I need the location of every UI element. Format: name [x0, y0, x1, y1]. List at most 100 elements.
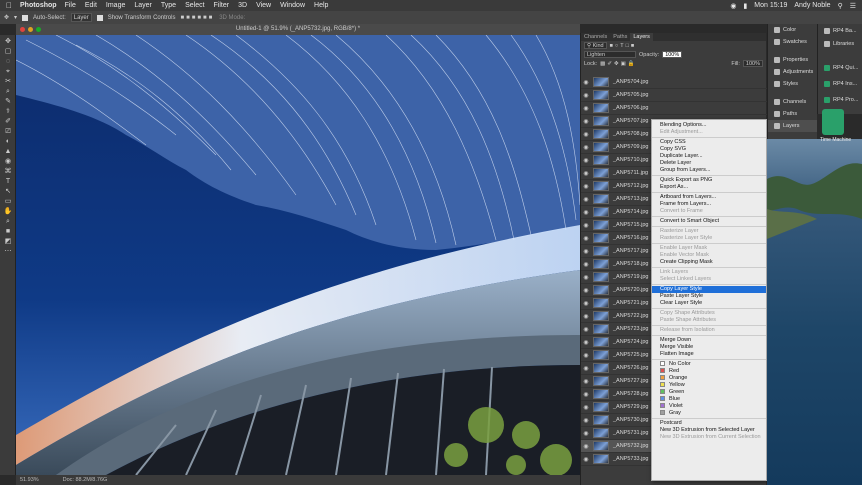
menu-item-artboard-from-layers[interactable]: Artboard from Layers...	[652, 194, 766, 201]
dock-plugin-item[interactable]: RP4 Pro...	[818, 92, 862, 108]
visibility-eye-icon[interactable]: ◉	[581, 391, 591, 398]
menu-filter[interactable]: Filter	[214, 2, 230, 9]
minimize-window-icon[interactable]	[28, 27, 33, 32]
history-brush-tool-icon[interactable]: ◐	[3, 138, 13, 145]
visibility-eye-icon[interactable]: ◉	[581, 157, 591, 164]
brush-tool-icon[interactable]: ✐	[3, 118, 13, 125]
dock-item-styles[interactable]: Styles	[768, 78, 817, 90]
path-select-tool-icon[interactable]: ↖	[3, 188, 13, 195]
zoom-window-icon[interactable]	[36, 27, 41, 32]
opacity-field[interactable]: 100%	[662, 51, 683, 58]
lasso-tool-icon[interactable]: ◌	[3, 58, 13, 65]
shape-tool-icon[interactable]: ▭	[3, 198, 13, 205]
menu-item-blue[interactable]: Blue	[652, 396, 766, 403]
filter-icons[interactable]: ■○T□■	[610, 43, 637, 49]
tool-preset-chevron-icon[interactable]: ▾	[14, 14, 17, 21]
menu-item-copy-svg[interactable]: Copy SVG	[652, 146, 766, 153]
wifi-icon[interactable]: ◉	[730, 2, 736, 10]
move-tool-icon[interactable]: ✥	[3, 38, 13, 45]
eraser-tool-icon[interactable]: ▲	[3, 148, 13, 155]
stamp-tool-icon[interactable]: ⎚	[3, 128, 13, 135]
menu-item-frame-from-layers[interactable]: Frame from Layers...	[652, 201, 766, 208]
eyedropper-tool-icon[interactable]: ✎	[3, 98, 13, 105]
dock-item-adjustments[interactable]: Adjustments	[768, 66, 817, 78]
close-window-icon[interactable]	[20, 27, 25, 32]
visibility-eye-icon[interactable]: ◉	[581, 365, 591, 372]
menu-item-copy-css[interactable]: Copy CSS	[652, 139, 766, 146]
transform-controls-checkbox[interactable]	[96, 14, 103, 21]
menu-item-paste-layer-style[interactable]: Paste Layer Style	[652, 293, 766, 300]
menu-type[interactable]: Type	[161, 2, 176, 9]
visibility-eye-icon[interactable]: ◉	[581, 118, 591, 125]
menubar-clock[interactable]: Mon 15:19	[754, 2, 787, 9]
visibility-eye-icon[interactable]: ◉	[581, 170, 591, 177]
move-tool-icon[interactable]: ✥	[4, 14, 9, 21]
dock-plugin-item[interactable]: RP4 Qui...	[818, 60, 862, 76]
menu-item-merge-down[interactable]: Merge Down	[652, 337, 766, 344]
visibility-eye-icon[interactable]: ◉	[581, 300, 591, 307]
visibility-eye-icon[interactable]: ◉	[581, 183, 591, 190]
visibility-eye-icon[interactable]: ◉	[581, 326, 591, 333]
visibility-eye-icon[interactable]: ◉	[581, 92, 591, 99]
visibility-eye-icon[interactable]: ◉	[581, 209, 591, 216]
menu-list-icon[interactable]: ☰	[850, 2, 856, 10]
menu-item-orange[interactable]: Orange	[652, 375, 766, 382]
menu-item-group-from-layers[interactable]: Group from Layers...	[652, 167, 766, 174]
search-icon[interactable]: ⚲	[838, 2, 843, 10]
dock-item-properties[interactable]: Properties	[768, 54, 817, 66]
menu-item-blending-options[interactable]: Blending Options...	[652, 122, 766, 129]
menu-item-red[interactable]: Red	[652, 368, 766, 375]
dock-plugin-item[interactable]: RP4 Ins...	[818, 76, 862, 92]
visibility-eye-icon[interactable]: ◉	[581, 313, 591, 320]
gradient-tool-icon[interactable]: ◉	[3, 158, 13, 165]
marquee-tool-icon[interactable]: ▢	[3, 48, 13, 55]
app-menu[interactable]: Photoshop	[20, 2, 57, 9]
color-swatch-tool-icon[interactable]: ■	[3, 228, 13, 235]
blend-mode-dropdown[interactable]: Lighten	[584, 51, 636, 58]
hand-tool-icon[interactable]: ✋	[3, 208, 13, 215]
visibility-eye-icon[interactable]: ◉	[581, 274, 591, 281]
zoom-tool-icon[interactable]: ⌕	[3, 218, 13, 225]
menu-item-create-clipping-mask[interactable]: Create Clipping Mask	[652, 259, 766, 266]
document-canvas[interactable]	[16, 35, 580, 475]
visibility-eye-icon[interactable]: ◉	[581, 404, 591, 411]
more-tool-icon[interactable]: ⋯	[3, 248, 13, 255]
visibility-eye-icon[interactable]: ◉	[581, 261, 591, 268]
visibility-eye-icon[interactable]: ◉	[581, 352, 591, 359]
visibility-eye-icon[interactable]: ◉	[581, 443, 591, 450]
apple-icon[interactable]: 	[6, 1, 14, 10]
visibility-eye-icon[interactable]: ◉	[581, 105, 591, 112]
menu-layer[interactable]: Layer	[134, 2, 152, 9]
menu-item-delete-layer[interactable]: Delete Layer	[652, 160, 766, 167]
dock-item-paths[interactable]: Paths	[768, 108, 817, 120]
menu-item-postcard[interactable]: Postcard	[652, 420, 766, 427]
menu-item-gray[interactable]: Gray	[652, 410, 766, 417]
menu-item-convert-to-smart-object[interactable]: Convert to Smart Object	[652, 218, 766, 225]
visibility-eye-icon[interactable]: ◉	[581, 235, 591, 242]
menu-item-no-color[interactable]: No Color	[652, 361, 766, 368]
doc-size[interactable]: Doc: 88.2M/8.76G	[63, 477, 108, 483]
visibility-eye-icon[interactable]: ◉	[581, 222, 591, 229]
tab-layers[interactable]: Layers	[630, 33, 653, 41]
menu-item-merge-visible[interactable]: Merge Visible	[652, 344, 766, 351]
menu-item-clear-layer-style[interactable]: Clear Layer Style	[652, 300, 766, 307]
dock-item-color[interactable]: Color	[768, 24, 817, 36]
fill-field[interactable]: 100%	[742, 60, 763, 67]
crop-tool-icon[interactable]: ✂	[3, 78, 13, 85]
zoom-level[interactable]: 51.93%	[20, 477, 39, 483]
visibility-eye-icon[interactable]: ◉	[581, 144, 591, 151]
healing-tool-icon[interactable]: ⚕	[3, 108, 13, 115]
visibility-eye-icon[interactable]: ◉	[581, 339, 591, 346]
menubar-user[interactable]: Andy Noble	[794, 2, 830, 9]
type-tool-icon[interactable]: T	[3, 178, 13, 185]
visibility-eye-icon[interactable]: ◉	[581, 287, 591, 294]
menu-edit[interactable]: Edit	[85, 2, 97, 9]
visibility-eye-icon[interactable]: ◉	[581, 196, 591, 203]
align-icons[interactable]: ■■■■■■	[180, 15, 214, 21]
tab-paths[interactable]: Paths	[610, 33, 630, 41]
auto-select-checkbox[interactable]	[22, 14, 29, 21]
menu-item-quick-export-as-png[interactable]: Quick Export as PNG	[652, 177, 766, 184]
layer-row[interactable]: ◉ _ANP5706.jpg	[581, 102, 767, 115]
menu-file[interactable]: File	[65, 2, 76, 9]
dock-plugin-item[interactable]: RP4 Ba...	[818, 24, 862, 37]
